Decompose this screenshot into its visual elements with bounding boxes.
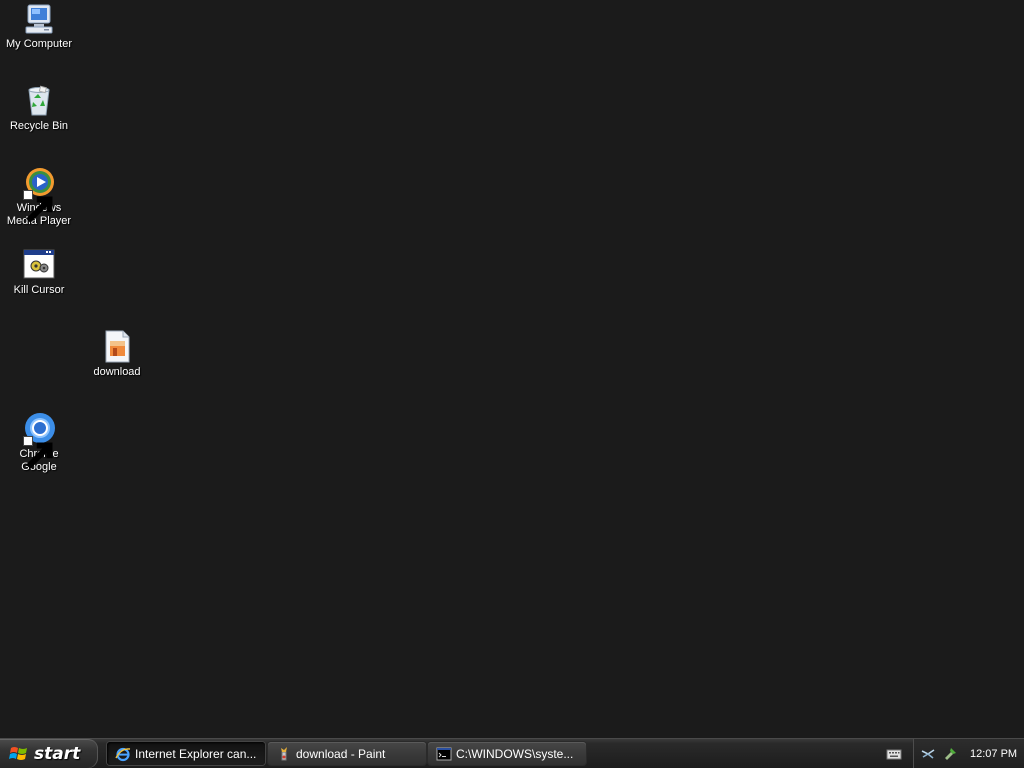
desktop-icon-recycle-bin[interactable]: Recycle Bin xyxy=(0,84,78,133)
start-button-label: start xyxy=(34,743,81,764)
kill-cursor-icon xyxy=(22,248,56,282)
taskbar-button-command-prompt[interactable]: C:\WINDOWS\syste... xyxy=(428,742,586,765)
desktop: My Computer Recycle Bin Windows Media Pl… xyxy=(0,0,1024,738)
image-file-icon xyxy=(100,330,134,364)
desktop-icon-label: My Computer xyxy=(5,38,73,50)
internet-explorer-icon xyxy=(115,746,131,762)
desktop-icon-label: Recycle Bin xyxy=(9,120,69,132)
windows-media-player-icon xyxy=(22,166,56,223)
windows-logo-icon xyxy=(9,746,27,760)
taskbar: start Internet Explorer can... download … xyxy=(0,738,1024,768)
taskbar-button-label: C:\WINDOWS\syste... xyxy=(456,746,574,761)
desktop-icon-label: Kill Cursor xyxy=(13,284,65,296)
my-computer-icon xyxy=(22,2,56,36)
taskbar-button-label: download - Paint xyxy=(296,746,386,761)
keyboard-icon[interactable] xyxy=(886,747,902,761)
desktop-icon-download[interactable]: download xyxy=(78,330,156,379)
taskbar-button-label: Internet Explorer can... xyxy=(135,746,257,761)
shortcut-arrow-icon xyxy=(23,190,53,223)
chrome-icon xyxy=(22,412,56,469)
taskbar-button-paint[interactable]: download - Paint xyxy=(268,742,426,765)
desktop-icon-windows-media-player[interactable]: Windows Media Player xyxy=(0,166,78,228)
taskbar-button-internet-explorer[interactable]: Internet Explorer can... xyxy=(107,742,265,765)
system-tray: 12:07 PM xyxy=(913,739,1024,768)
safely-remove-hardware-icon[interactable] xyxy=(942,746,958,762)
network-icon[interactable] xyxy=(920,746,936,762)
shortcut-arrow-icon xyxy=(23,436,53,469)
recycle-bin-icon xyxy=(22,84,56,118)
desktop-icon-label: download xyxy=(93,366,141,378)
desktop-icon-my-computer[interactable]: My Computer xyxy=(0,2,78,51)
clock[interactable]: 12:07 PM xyxy=(970,748,1017,760)
paint-icon xyxy=(276,746,292,762)
desktop-icon-kill-cursor[interactable]: Kill Cursor xyxy=(0,248,78,297)
start-button[interactable]: start xyxy=(0,739,98,768)
command-prompt-icon xyxy=(436,746,452,762)
desktop-icon-chrome-google[interactable]: Chrome Google xyxy=(0,412,78,474)
